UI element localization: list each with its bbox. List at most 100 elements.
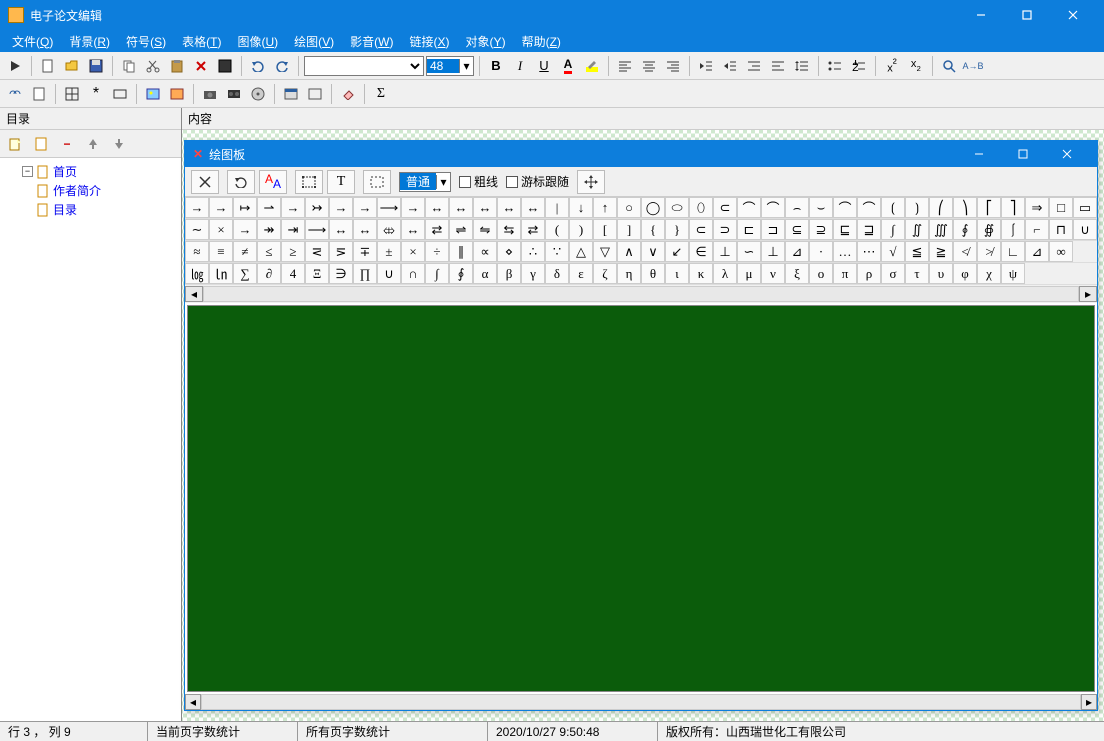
symbol-button[interactable]: ⊑ — [833, 219, 857, 240]
symbol-button[interactable]: ι — [665, 263, 689, 284]
symbol-button[interactable]: ⎰ — [1001, 219, 1025, 240]
symbol-button[interactable]: α — [473, 263, 497, 284]
symbol-button[interactable]: ∝ — [473, 241, 497, 262]
symbol-button[interactable]: ⋄ — [497, 241, 521, 262]
symbol-button[interactable]: ≥ — [281, 241, 305, 262]
symbol-button[interactable]: ≈ — [185, 241, 209, 262]
symbol-button[interactable]: ⊇ — [809, 219, 833, 240]
tool-disc-icon[interactable] — [247, 83, 269, 105]
symbol-button[interactable]: ⬭ — [665, 197, 689, 218]
symbol-button[interactable]: ≠ — [233, 241, 257, 262]
font-color-button[interactable]: A — [557, 55, 579, 77]
symbol-button[interactable]: ↦ — [233, 197, 257, 218]
symbol-button[interactable]: γ — [521, 263, 545, 284]
symbol-button[interactable]: ⟶ — [305, 219, 329, 240]
tool-rect-icon[interactable] — [109, 83, 131, 105]
symbol-button[interactable]: → — [233, 219, 257, 240]
symbol-button[interactable]: η — [617, 263, 641, 284]
save-button[interactable] — [85, 55, 107, 77]
draw-move-button[interactable] — [577, 170, 605, 194]
symbol-button[interactable]: ⇥ — [281, 219, 305, 240]
symbol-button[interactable]: ⌒ — [737, 197, 761, 218]
find-button[interactable] — [938, 55, 960, 77]
new-button[interactable] — [37, 55, 59, 77]
symbol-button[interactable]: { — [641, 219, 665, 240]
symbol-button[interactable]: ρ — [857, 263, 881, 284]
symbol-button[interactable]: ξ — [785, 263, 809, 284]
draw-text-style-button[interactable]: AA — [259, 170, 287, 194]
tree-item-home[interactable]: − 首页 — [4, 162, 177, 181]
status-current-page[interactable]: 当前页字数统计 — [148, 722, 298, 741]
draw-clear-button[interactable] — [191, 170, 219, 194]
symbol-button[interactable]: ⊿ — [785, 241, 809, 262]
symbol-button[interactable]: ⇆ — [497, 219, 521, 240]
symbol-button[interactable]: ÷ — [425, 241, 449, 262]
tool-eraser-icon[interactable] — [337, 83, 359, 105]
symbol-button[interactable]: ∞ — [1049, 241, 1073, 262]
select-all-button[interactable] — [214, 55, 236, 77]
font-size-select[interactable]: 48▾ — [426, 56, 474, 76]
symbol-button[interactable]: ⋯ — [857, 241, 881, 262]
delete-button[interactable] — [190, 55, 212, 77]
superscript-button[interactable]: x² — [881, 55, 903, 77]
symbol-button[interactable]: ο — [809, 263, 833, 284]
symbol-button[interactable]: ⊐ — [761, 219, 785, 240]
symbol-button[interactable]: ⌣ — [809, 197, 833, 218]
symbol-button[interactable]: ∩ — [401, 263, 425, 284]
symbol-button[interactable]: [ — [593, 219, 617, 240]
draw-maximize-button[interactable] — [1001, 141, 1045, 167]
symbol-button[interactable]: ↔ — [329, 219, 353, 240]
symbol-button[interactable]: ∪ — [1073, 219, 1097, 240]
symbol-button[interactable]: ↔ — [401, 219, 425, 240]
symbol-button[interactable]: ⤄ — [377, 219, 401, 240]
draw-close-button[interactable] — [1045, 141, 1089, 167]
symbol-button[interactable]: ∏ — [353, 263, 377, 284]
symbol-button[interactable]: … — [833, 241, 857, 262]
align-left-button[interactable] — [614, 55, 636, 77]
symbol-button[interactable]: δ — [545, 263, 569, 284]
symbol-button[interactable]: ∨ — [641, 241, 665, 262]
symbol-button[interactable]: θ — [641, 263, 665, 284]
symbol-button[interactable]: φ — [953, 263, 977, 284]
symbol-button[interactable]: ⎡ — [977, 197, 1001, 218]
subscript-button[interactable]: x₂ — [905, 55, 927, 77]
symbol-button[interactable]: ⊃ — [713, 219, 737, 240]
symbol-button[interactable]: ↔ — [497, 197, 521, 218]
redo-button[interactable] — [271, 55, 293, 77]
font-select[interactable] — [304, 56, 424, 76]
symbol-button[interactable]: ⋝ — [329, 241, 353, 262]
tool-film-icon[interactable] — [223, 83, 245, 105]
menu-image[interactable]: 图像(U) — [229, 31, 286, 52]
symbol-button[interactable]: ∮ — [449, 263, 473, 284]
symbol-button[interactable]: ∯ — [977, 219, 1001, 240]
menu-link[interactable]: 链接(X) — [402, 31, 458, 52]
symbol-button[interactable]: 4 — [281, 263, 305, 284]
highlight-button[interactable] — [581, 55, 603, 77]
symbol-button[interactable]: ⇄ — [425, 219, 449, 240]
symbol-button[interactable]: ∥ — [449, 241, 473, 262]
symbol-button[interactable]: ⊂ — [689, 219, 713, 240]
symbol-button[interactable]: ( — [545, 219, 569, 240]
sidebar-remove-icon[interactable]: − — [56, 133, 78, 155]
number-list-button[interactable]: 12 — [848, 55, 870, 77]
symbol-button[interactable]: ↔ — [521, 197, 545, 218]
close-button[interactable] — [1050, 0, 1096, 30]
draw-minimize-button[interactable] — [957, 141, 1001, 167]
symbol-button[interactable]: ⊆ — [785, 219, 809, 240]
symbol-button[interactable]: ⬯ — [689, 197, 713, 218]
tool-sigma-icon[interactable]: Σ — [370, 83, 392, 105]
symbol-button[interactable]: ⌢ — [785, 197, 809, 218]
sidebar-down-icon[interactable] — [108, 133, 130, 155]
symbol-button[interactable]: ↔ — [473, 197, 497, 218]
symbol-button[interactable]: ∪ — [377, 263, 401, 284]
symbol-scrollbar[interactable]: ◂ ▸ — [185, 285, 1097, 303]
symbol-button[interactable]: ⎛ — [929, 197, 953, 218]
tool-image-icon[interactable] — [142, 83, 164, 105]
symbol-button[interactable]: ± — [377, 241, 401, 262]
symbol-button[interactable]: ] — [617, 219, 641, 240]
symbol-button[interactable]: ∫ — [425, 263, 449, 284]
symbol-button[interactable]: ⇄ — [521, 219, 545, 240]
symbol-button[interactable]: λ — [713, 263, 737, 284]
symbol-button[interactable]: △ — [569, 241, 593, 262]
symbol-button[interactable]: × — [209, 219, 233, 240]
